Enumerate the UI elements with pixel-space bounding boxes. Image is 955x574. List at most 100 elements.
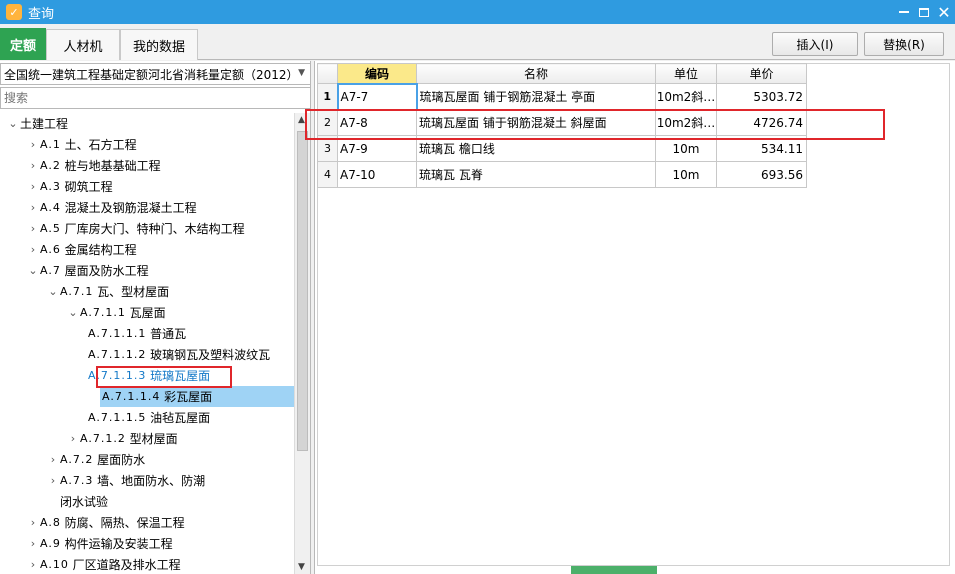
header-index: [317, 63, 338, 84]
tree-node[interactable]: ⌄ 土建工程: [6, 113, 68, 134]
tree-node[interactable]: › A.9 构件运输及安装工程: [26, 533, 173, 554]
tree-node[interactable]: › A.1 土、石方工程: [26, 134, 137, 155]
tree-node[interactable]: A.7.1.1.2 玻璃钢瓦及塑料波纹瓦: [86, 344, 270, 365]
row-name[interactable]: 琉璃瓦屋面 铺于钢筋混凝土 亭面: [416, 83, 656, 110]
chevron-down-icon[interactable]: ⌄: [26, 264, 40, 277]
tree-node[interactable]: ⌄ A.7.1.1 瓦屋面: [66, 302, 166, 323]
tree-node[interactable]: › A.3 砌筑工程: [26, 176, 113, 197]
tree-node-code: A.8: [40, 516, 61, 529]
chevron-right-icon[interactable]: ›: [26, 138, 40, 151]
tree-node-label: 瓦、型材屋面: [97, 285, 170, 299]
header-unit[interactable]: 单位: [655, 63, 717, 84]
replace-button[interactable]: 替换(R): [864, 32, 944, 56]
chevron-down-icon[interactable]: ⌄: [46, 285, 60, 298]
tree-node-label: 土、石方工程: [64, 138, 137, 152]
minimize-icon: [899, 11, 909, 13]
row-price[interactable]: 5303.72: [716, 83, 807, 110]
chevron-right-icon[interactable]: ›: [46, 474, 60, 487]
row-unit[interactable]: 10m: [655, 161, 717, 188]
chevron-right-icon[interactable]: ›: [46, 453, 60, 466]
tree-node[interactable]: 闭水试验: [46, 491, 108, 512]
header-name[interactable]: 名称: [416, 63, 656, 84]
chevron-right-icon[interactable]: ›: [26, 180, 40, 193]
row-index[interactable]: 4: [317, 161, 338, 188]
tree-node-code: A.7.1.1.2: [88, 348, 147, 361]
row-unit[interactable]: 10m2斜…: [655, 83, 717, 110]
chevron-down-icon[interactable]: ⌄: [6, 117, 20, 130]
tree-node[interactable]: › A.7.2 屋面防水: [46, 449, 145, 470]
grid-header-row: 编码 名称 单位 单价: [317, 63, 807, 84]
row-highlight-box: [305, 109, 885, 140]
scroll-thumb[interactable]: [297, 131, 308, 451]
search-box[interactable]: [0, 87, 311, 109]
grid-row[interactable]: 1 A7-7 琉璃瓦屋面 铺于钢筋混凝土 亭面 10m2斜… 5303.72: [317, 82, 807, 111]
tree-node-code: A.7.2: [60, 453, 94, 466]
chevron-right-icon[interactable]: ›: [26, 201, 40, 214]
tree-node[interactable]: ⌄ A.7 屋面及防水工程: [26, 260, 149, 281]
tree-node[interactable]: A.7.1.1.4 彩瓦屋面: [100, 386, 295, 407]
tree-node[interactable]: › A.6 金属结构工程: [26, 239, 137, 260]
tree-node-label: 油毡瓦屋面: [150, 411, 211, 425]
tree-node[interactable]: A.7.1.1.5 油毡瓦屋面: [86, 407, 210, 428]
app-logo-icon: ✓: [6, 4, 22, 20]
chevron-right-icon[interactable]: ›: [26, 222, 40, 235]
splitter-handle[interactable]: [571, 566, 657, 574]
tab-my-data[interactable]: 我的数据: [120, 29, 198, 60]
chevron-down-icon: ▼: [298, 68, 305, 78]
chevron-right-icon[interactable]: ›: [26, 516, 40, 529]
scroll-down-icon[interactable]: ▼: [298, 562, 305, 572]
tree-node[interactable]: › A.10 厂区道路及排水工程: [26, 554, 181, 574]
tree-node[interactable]: ⌄ A.7.1 瓦、型材屋面: [46, 281, 169, 302]
tree-node-label: 防腐、隔热、保温工程: [64, 516, 185, 530]
tree-node-code: A.7.1: [60, 285, 94, 298]
tree-node-code: A.4: [40, 201, 61, 214]
row-code[interactable]: A7-10: [337, 161, 417, 188]
title-bar[interactable]: ✓ 查询 ✕: [0, 0, 955, 24]
tree-node[interactable]: › A.4 混凝土及钢筋混凝土工程: [26, 197, 197, 218]
grid-row[interactable]: 4 A7-10 琉璃瓦 瓦脊 10m 693.56: [317, 161, 807, 188]
tree-node-label: 瓦屋面: [129, 306, 166, 320]
chevron-down-icon[interactable]: ⌄: [66, 306, 80, 319]
quota-library-value: 全国统一建筑工程基础定额河北省消耗量定额（2012）: [4, 67, 299, 82]
tree-node[interactable]: › A.7.3 墙、地面防水、防潮: [46, 470, 205, 491]
tree-node[interactable]: › A.5 厂库房大门、特种门、木结构工程: [26, 218, 245, 239]
header-code[interactable]: 编码: [337, 63, 417, 84]
tree-node-code: A.7.1.1.1: [88, 327, 147, 340]
row-name[interactable]: 琉璃瓦 瓦脊: [416, 161, 656, 188]
close-button[interactable]: ✕: [933, 2, 955, 22]
tab-quota[interactable]: 定额: [0, 28, 46, 60]
scroll-up-icon[interactable]: ▲: [298, 115, 305, 125]
tree-node-code: A.7.3: [60, 474, 94, 487]
chevron-right-icon[interactable]: ›: [26, 159, 40, 172]
minimize-button[interactable]: [893, 2, 915, 22]
tree-node-label: 厂库房大门、特种门、木结构工程: [64, 222, 245, 236]
header-price[interactable]: 单价: [716, 63, 807, 84]
search-input[interactable]: [1, 88, 310, 108]
tree-scrollbar[interactable]: ▲ ▼: [294, 113, 310, 574]
row-index[interactable]: 1: [317, 83, 338, 110]
tree-node-code: A.5: [40, 222, 61, 235]
tree-node-label: 砌筑工程: [64, 180, 113, 194]
chevron-right-icon[interactable]: ›: [26, 558, 40, 571]
tree-node-code: A.6: [40, 243, 61, 256]
tab-labor-material-machine[interactable]: 人材机: [46, 29, 120, 60]
tree-node-label: 屋面及防水工程: [64, 264, 149, 278]
tree-node-label: 构件运输及安装工程: [64, 537, 173, 551]
tree-node[interactable]: A.7.1.1.1 普通瓦: [86, 323, 186, 344]
insert-button[interactable]: 插入(I): [772, 32, 858, 56]
tree-node[interactable]: › A.8 防腐、隔热、保温工程: [26, 512, 185, 533]
quota-library-select[interactable]: 全国统一建筑工程基础定额河北省消耗量定额（2012） ▼: [0, 63, 311, 85]
close-icon: ✕: [937, 2, 951, 22]
maximize-button[interactable]: [913, 2, 935, 22]
tree-node-label: 型材屋面: [129, 432, 178, 446]
chevron-right-icon[interactable]: ›: [26, 243, 40, 256]
tree-node[interactable]: › A.7.1.2 型材屋面: [66, 428, 178, 449]
row-code[interactable]: A7-7: [336, 82, 418, 111]
row-price[interactable]: 693.56: [716, 161, 807, 188]
tree-node-code: A.7.1.2: [80, 432, 126, 445]
tree-node-label: 闭水试验: [60, 495, 109, 509]
chevron-right-icon[interactable]: ›: [66, 432, 80, 445]
window-title: 查询: [28, 6, 55, 22]
tree-node[interactable]: › A.2 桩与地基基础工程: [26, 155, 161, 176]
chevron-right-icon[interactable]: ›: [26, 537, 40, 550]
